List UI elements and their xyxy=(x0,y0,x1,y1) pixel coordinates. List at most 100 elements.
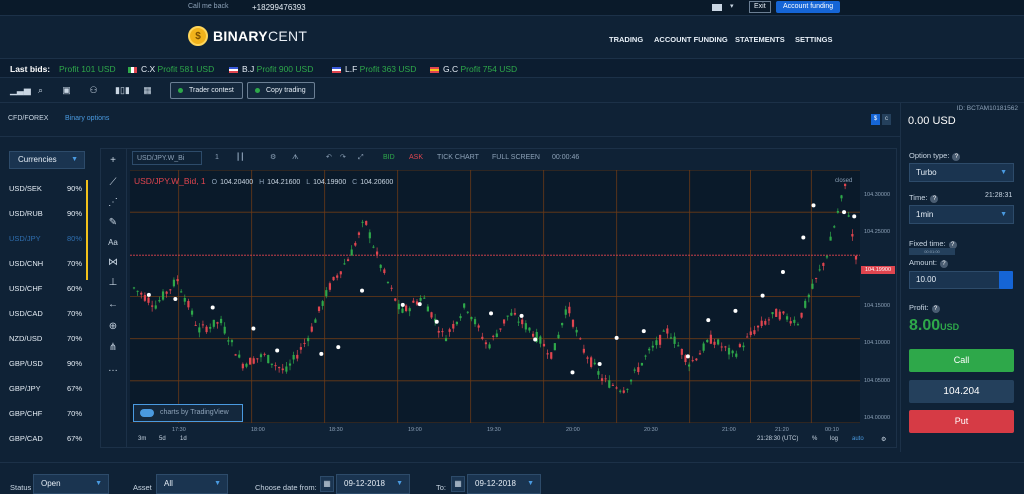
search-icon[interactable]: ⌕ xyxy=(35,85,46,95)
calendar-icon[interactable]: ▦ xyxy=(451,476,465,492)
nav-trading[interactable]: TRADING xyxy=(609,35,643,44)
tick-chart-button[interactable]: TICK CHART xyxy=(437,151,479,165)
wallet-icon[interactable]: ▣ xyxy=(61,85,72,95)
period-3m[interactable]: 3m xyxy=(138,436,146,442)
candles-icon[interactable]: ┃┃ xyxy=(236,151,244,165)
asset-row[interactable]: USD/CAD 70% xyxy=(0,301,88,326)
candle-body xyxy=(825,256,829,258)
stats-icon[interactable]: ▮▯▮ xyxy=(115,85,130,95)
date-to-input[interactable]: 09-12-2018 ▼ xyxy=(467,474,541,494)
log-scale-toggle[interactable]: log xyxy=(830,436,838,442)
symbol-search-input[interactable]: USD/JPY.W_Bi xyxy=(132,151,202,165)
nav-statements[interactable]: STATEMENTS xyxy=(735,35,785,44)
fib-icon[interactable]: ⋰ xyxy=(106,196,120,210)
bid-button[interactable]: BID xyxy=(383,151,395,165)
scroll-indicator[interactable] xyxy=(86,180,88,280)
trade-marker xyxy=(319,351,324,356)
call-button[interactable]: Call xyxy=(909,349,1014,372)
percent-scale-toggle[interactable]: % xyxy=(812,436,817,442)
indicators-icon[interactable]: ᗑ xyxy=(292,151,299,165)
candle-body xyxy=(361,221,364,223)
full-screen-button[interactable]: FULL SCREEN xyxy=(492,151,540,165)
price-plot[interactable] xyxy=(130,169,860,424)
magnet-icon[interactable]: ⋔ xyxy=(106,341,120,355)
text-tool-icon[interactable]: Aa xyxy=(106,236,120,250)
time-select[interactable]: 1min ▼ xyxy=(909,205,1014,224)
asset-select[interactable]: All ▼ xyxy=(156,474,228,494)
gear-icon[interactable]: ⚙ xyxy=(270,151,276,165)
help-icon[interactable]: ? xyxy=(952,153,961,161)
candle-body xyxy=(833,226,836,228)
amount-input[interactable]: 10.00 xyxy=(909,271,1005,289)
candle-body xyxy=(604,378,607,380)
currency-dollar-toggle[interactable]: $ xyxy=(871,114,880,125)
measure-icon[interactable]: ⊥ xyxy=(106,276,120,290)
asset-row[interactable]: USD/CHF 60% xyxy=(0,276,88,301)
asset-row[interactable]: GBP/CAD 67% xyxy=(0,426,88,451)
ask-button[interactable]: ASK xyxy=(409,151,423,165)
candle-body xyxy=(561,322,564,326)
asset-name: GBP/USD xyxy=(9,359,43,368)
fullscreen-icon[interactable]: ⤢ xyxy=(358,151,364,165)
exit-button[interactable]: Exit xyxy=(749,1,771,13)
candle-body xyxy=(756,325,760,328)
account-funding-button[interactable]: Account funding xyxy=(776,1,841,13)
copy-trading-button[interactable]: Copy trading xyxy=(247,82,315,99)
interval-select[interactable]: 1 xyxy=(215,151,219,165)
trader-contest-button[interactable]: Trader contest xyxy=(170,82,243,99)
language-flag-icon[interactable] xyxy=(712,4,722,11)
brush-icon[interactable]: ✎ xyxy=(106,216,120,230)
put-button[interactable]: Put xyxy=(909,410,1014,433)
settings-icon[interactable]: ⚙ xyxy=(881,436,886,443)
asset-row[interactable]: USD/RUB 90% xyxy=(0,201,88,226)
call-me-back-link[interactable]: Call me back xyxy=(188,3,228,10)
date-from-input[interactable]: 09-12-2018 ▼ xyxy=(336,474,410,494)
trend-line-icon[interactable]: ⟋ xyxy=(106,176,120,190)
candle-body xyxy=(727,347,731,355)
help-icon[interactable]: ? xyxy=(939,260,948,268)
candlestick-chart[interactable] xyxy=(130,169,860,424)
amount-stepper-button[interactable] xyxy=(999,271,1013,289)
asset-row[interactable]: GBP/JPY 67% xyxy=(0,376,88,401)
tab-binary-options[interactable]: Binary options xyxy=(65,115,109,122)
more-icon[interactable]: … xyxy=(106,362,120,376)
help-icon[interactable]: ? xyxy=(930,195,939,203)
crosshair-icon[interactable]: + xyxy=(106,154,120,168)
asset-row[interactable]: GBP/USD 90% xyxy=(0,351,88,376)
chart-icon[interactable]: ▁▃▅ xyxy=(10,85,31,95)
undo-icon[interactable]: ↶ xyxy=(326,151,332,165)
nav-account-funding[interactable]: ACCOUNT FUNDING xyxy=(654,35,728,44)
auto-scale-toggle[interactable]: auto xyxy=(852,436,864,442)
calendar-icon[interactable]: ▦ xyxy=(142,85,153,95)
help-icon[interactable]: ? xyxy=(931,305,940,313)
nav-settings[interactable]: SETTINGS xyxy=(795,35,833,44)
redo-icon[interactable]: ↷ xyxy=(340,151,346,165)
option-type-select[interactable]: Turbo ▼ xyxy=(909,163,1014,182)
pattern-icon[interactable]: ⋈ xyxy=(106,256,120,270)
candle-body xyxy=(746,336,749,338)
arrow-left-icon[interactable]: ← xyxy=(106,298,120,312)
tab-cfd-forex[interactable]: CFD/FOREX xyxy=(8,115,48,122)
users-icon[interactable]: ⚇ xyxy=(88,85,99,95)
candle-body xyxy=(513,312,517,315)
asset-category-select[interactable]: Currencies ▼ xyxy=(9,151,85,169)
asset-row[interactable]: NZD/USD 70% xyxy=(0,326,88,351)
asset-row[interactable]: USD/JPY 80% xyxy=(0,226,88,251)
currency-cent-toggle[interactable]: c xyxy=(882,114,891,125)
calendar-icon[interactable]: ▦ xyxy=(320,476,334,492)
asset-row[interactable]: USD/CNH 70% xyxy=(0,251,88,276)
candle-body xyxy=(785,316,789,320)
brand-name-light: CENT xyxy=(267,28,308,44)
asset-row[interactable]: USD/SEK 90% xyxy=(0,176,88,201)
period-5d[interactable]: 5d xyxy=(159,436,166,442)
asset-row[interactable]: GBP/CHF 70% xyxy=(0,401,88,426)
candle-body xyxy=(702,343,705,351)
tradingview-watermark[interactable]: charts by TradingView xyxy=(133,404,243,422)
zoom-icon[interactable]: ⊕ xyxy=(106,320,120,334)
brand-logo[interactable]: $ BINARYCENT xyxy=(188,26,307,46)
period-1d[interactable]: 1d xyxy=(180,436,187,442)
candle-body xyxy=(249,357,252,365)
profit-label: Profit:? xyxy=(909,303,940,313)
status-select[interactable]: Open ▼ xyxy=(33,474,109,494)
chevron-down-icon[interactable]: ▾ xyxy=(730,2,734,10)
